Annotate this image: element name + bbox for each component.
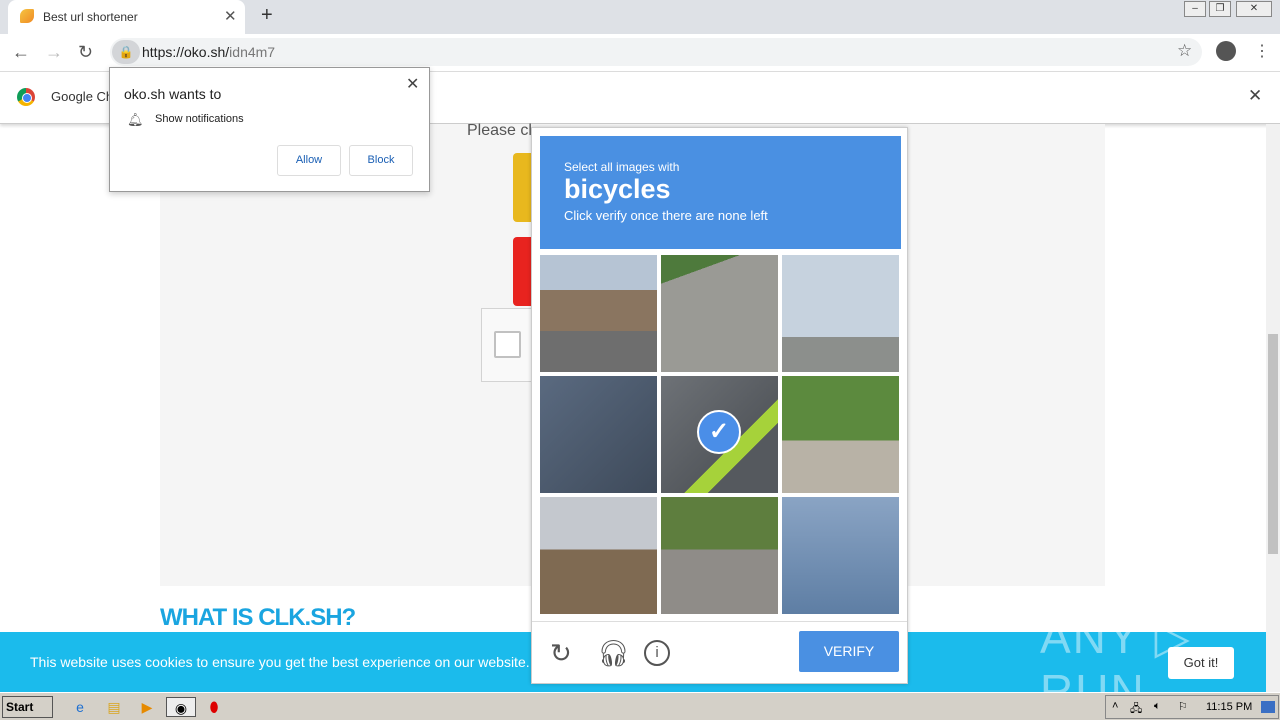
info-icon[interactable]: i bbox=[644, 640, 670, 666]
reload-challenge-icon[interactable]: ↻ bbox=[550, 638, 572, 669]
explorer-icon[interactable]: ▤ bbox=[104, 697, 124, 717]
lock-icon[interactable]: 🔒 bbox=[112, 40, 140, 64]
url-path: idn4m7 bbox=[229, 44, 276, 60]
url-host: https://oko.sh/ bbox=[142, 44, 230, 60]
popup-close-icon[interactable]: ✕ bbox=[406, 74, 419, 94]
captcha-tile-cyclist[interactable]: ✓ bbox=[661, 376, 778, 493]
forward-icon[interactable]: → bbox=[45, 42, 63, 63]
captcha-tile-bicycle-wheel[interactable] bbox=[540, 376, 657, 493]
infobar-close-icon[interactable]: ✕ bbox=[1248, 86, 1262, 106]
captcha-tile-bus-street[interactable] bbox=[782, 376, 899, 493]
block-button[interactable]: Block bbox=[349, 145, 413, 176]
captcha-subtext: Click verify once there are none left bbox=[564, 208, 768, 223]
tab-close-icon[interactable]: ✕ bbox=[224, 7, 237, 25]
chrome-taskbar-icon[interactable]: ◉ bbox=[166, 697, 196, 717]
tray-expand-icon[interactable]: ˄ bbox=[1112, 700, 1118, 712]
reload-icon[interactable]: ↻ bbox=[78, 42, 93, 63]
bell-icon: 🔔︎ bbox=[127, 112, 144, 127]
network-icon[interactable]: 🖧 bbox=[1130, 700, 1142, 719]
minimize-button[interactable]: – bbox=[1184, 1, 1206, 17]
ie-icon[interactable]: e bbox=[70, 697, 90, 717]
new-tab-button[interactable]: + bbox=[261, 4, 273, 27]
media-player-icon[interactable]: ▶ bbox=[137, 697, 157, 717]
tab-active[interactable]: Best url shortener ✕ bbox=[8, 0, 245, 34]
system-tray: ˄ 🖧 🔈︎ ⚐ 11:15 PM bbox=[1105, 695, 1279, 719]
captcha-tile-bridge-overpass[interactable] bbox=[782, 497, 899, 614]
restore-button[interactable]: ❐ bbox=[1209, 1, 1231, 17]
tab-title: Best url shortener bbox=[43, 10, 138, 24]
scrollbar[interactable] bbox=[1266, 124, 1280, 692]
clock: 11:15 PM bbox=[1206, 701, 1253, 713]
captcha-tile-tree-lined-street[interactable] bbox=[661, 497, 778, 614]
captcha-tile-street-storefronts[interactable] bbox=[540, 255, 657, 372]
profile-icon[interactable] bbox=[1216, 41, 1236, 61]
infobar-text: Google Ch bbox=[51, 89, 114, 104]
chrome-logo-icon bbox=[17, 88, 35, 106]
captcha-instruction: Select all images with bbox=[564, 160, 680, 174]
permission-label: Show notifications bbox=[155, 113, 244, 125]
cookie-text: This website uses cookies to ensure you … bbox=[30, 654, 550, 670]
captcha-tile-road-car[interactable] bbox=[661, 255, 778, 372]
section-heading: WHAT IS CLK.SH? bbox=[160, 604, 356, 631]
close-window-button[interactable]: ✕ bbox=[1236, 1, 1272, 17]
notification-permission-popup: oko.sh wants to ✕ 🔔︎ Show notifications … bbox=[109, 67, 430, 192]
yellow-button[interactable] bbox=[513, 153, 533, 222]
taskbar: Start e ▤ ▶ ◉ ⬮ ˄ 🖧 🔈︎ ⚐ 11:15 PM bbox=[0, 692, 1280, 720]
menu-icon[interactable]: ⋮ bbox=[1254, 41, 1270, 61]
captcha-keyword: bicycles bbox=[564, 174, 671, 204]
red-button[interactable] bbox=[513, 237, 533, 306]
show-desktop-icon[interactable] bbox=[1261, 701, 1275, 713]
url-text: https://oko.sh/idn4m7 bbox=[142, 44, 275, 60]
captcha-header: Select all images with bicycles Click ve… bbox=[540, 136, 901, 249]
divider bbox=[532, 621, 907, 622]
captcha-tile-street-corner[interactable] bbox=[540, 497, 657, 614]
tab-strip: Best url shortener ✕ + – ❐ ✕ bbox=[0, 0, 1280, 34]
selected-check-icon: ✓ bbox=[697, 410, 741, 454]
verify-button[interactable]: VERIFY bbox=[799, 631, 899, 672]
recaptcha-widget bbox=[481, 308, 533, 382]
address-bar[interactable]: 🔒 https://oko.sh/idn4m7 ☆ bbox=[110, 38, 1202, 66]
instruction-text: Please cl bbox=[467, 122, 532, 139]
start-button[interactable]: Start bbox=[2, 696, 53, 718]
scrollbar-thumb[interactable] bbox=[1268, 334, 1278, 554]
recaptcha-checkbox[interactable] bbox=[494, 331, 521, 358]
volume-icon[interactable]: 🔈︎ bbox=[1154, 700, 1161, 713]
site-favicon-icon bbox=[20, 9, 34, 23]
allow-button[interactable]: Allow bbox=[277, 145, 341, 176]
bookmark-star-icon[interactable]: ☆ bbox=[1177, 41, 1192, 61]
opera-icon[interactable]: ⬮ bbox=[204, 697, 224, 717]
audio-challenge-icon[interactable]: 🎧︎ bbox=[597, 638, 630, 669]
popup-title: oko.sh wants to bbox=[124, 86, 222, 102]
captcha-tile-traffic-light[interactable] bbox=[782, 255, 899, 372]
flag-icon[interactable]: ⚐ bbox=[1178, 700, 1188, 713]
back-icon[interactable]: ← bbox=[12, 42, 30, 63]
captcha-challenge: Select all images with bicycles Click ve… bbox=[531, 127, 908, 684]
